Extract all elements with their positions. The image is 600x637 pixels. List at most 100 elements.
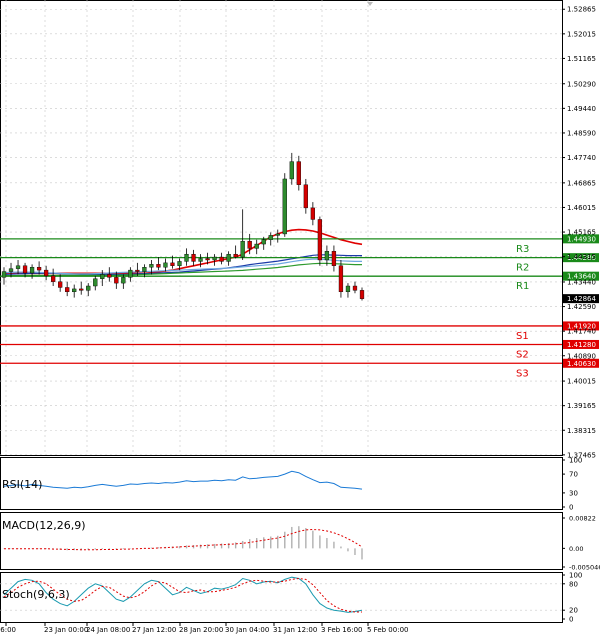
- candle-body: [100, 274, 105, 279]
- time-tick-label: 23 Jan 00:00: [44, 626, 88, 634]
- macd-label: MACD(12,26,9): [2, 519, 86, 532]
- level-price-label: 1.40630: [567, 360, 596, 368]
- rsi-axis: 100 70 30 0: [562, 457, 582, 512]
- candle-body: [121, 277, 126, 284]
- candle-body: [275, 233, 280, 236]
- price-tick-label: 1.47740: [567, 154, 596, 162]
- stochastic-tick-label: 100: [569, 572, 582, 580]
- candle-body: [149, 264, 154, 268]
- stochastic-tick-label: 0: [569, 616, 573, 624]
- candle-body: [268, 235, 273, 240]
- candle-body: [93, 278, 98, 287]
- price-tick-label: 1.46865: [567, 179, 596, 187]
- macd-axis: 0.00822 0.00 -0.005046: [562, 515, 600, 572]
- candle-body: [15, 265, 21, 269]
- candle-body: [198, 258, 203, 262]
- candle-body: [289, 161, 294, 180]
- candle-body: [58, 281, 63, 288]
- candle-body: [135, 269, 140, 272]
- candle-body: [177, 261, 182, 266]
- candle-body: [29, 267, 35, 274]
- candle-body: [247, 240, 252, 249]
- stochastic-axis: 10080 200: [562, 572, 582, 624]
- candle-body: [331, 251, 337, 266]
- price-tick-label: 1.50290: [567, 80, 596, 88]
- rsi-panel-frame: [0, 457, 563, 510]
- candle-body: [254, 243, 259, 249]
- price-tick-label: 1.48590: [567, 129, 596, 137]
- candle-body: [86, 285, 91, 291]
- candle-body: [163, 262, 168, 268]
- price-tick-label: 1.46015: [567, 204, 596, 212]
- macd-panel: 0.00822 0.00 -0.005046 MACD(12,26,9): [0, 512, 600, 572]
- candle-body: [156, 264, 161, 268]
- price-tick-label: 1.38315: [567, 427, 596, 435]
- candle-body: [107, 274, 112, 278]
- stochastic-panel: 10080 200 Stoch(9,6,3): [0, 572, 582, 624]
- level-label-r2: R2: [516, 263, 529, 274]
- price-tick-label: 1.44315: [567, 253, 596, 261]
- candle-body: [261, 239, 266, 245]
- time-tick-label: 24 Jan 08:00: [86, 626, 130, 634]
- candle-body: [191, 253, 196, 262]
- price-tick-label: 1.40890: [567, 352, 596, 360]
- candle-body: [22, 265, 28, 274]
- candle: [317, 216, 323, 266]
- stochastic-panel-frame: [0, 572, 563, 623]
- rsi-tick-label: 30: [569, 489, 578, 497]
- time-tick-label: 28 Jan 20:00: [179, 626, 223, 634]
- macd-tick-label: 0.00822: [569, 515, 596, 523]
- macd-tick-label: -0.005046: [569, 564, 600, 572]
- candle: [338, 259, 344, 298]
- candle-body: [303, 184, 308, 209]
- stochastic-tick-label: 20: [569, 607, 578, 615]
- level-price-label: 1.41280: [567, 341, 596, 349]
- current-price-label: 1.42864: [567, 295, 596, 303]
- candle-body: [212, 256, 217, 261]
- candle-body: [226, 253, 231, 262]
- price-tick-label: 1.51165: [567, 55, 596, 63]
- candle-body: [317, 219, 323, 261]
- level-label-s3: S3: [516, 368, 529, 379]
- candle-body: [79, 288, 84, 291]
- candle-body: [338, 265, 344, 293]
- main-panel-frame: [0, 0, 563, 456]
- rsi-panel: 100 70 30 0 RSI(14): [0, 457, 582, 512]
- level-label-r3: R3: [516, 244, 529, 255]
- candle-body: [233, 253, 238, 258]
- level-label-r1: R1: [516, 281, 529, 292]
- main-price-panel: R31.44930R21.44280R11.43640S11.41920S21.…: [0, 0, 599, 459]
- time-tick-label: 1 Jan 16:00: [0, 626, 16, 634]
- candle-body: [345, 285, 351, 293]
- candle-body: [359, 290, 365, 299]
- candle-body: [310, 207, 315, 220]
- candle-body: [128, 269, 133, 278]
- candle-body: [114, 277, 119, 284]
- price-tick-label: 1.49440: [567, 105, 596, 113]
- time-tick-label: 5 Feb 00:00: [367, 626, 408, 634]
- time-axis: 1 Jan 16:00 23 Jan 00:0024 Jan 08:0027 Ja…: [0, 622, 408, 634]
- price-tick-label: 1.40015: [567, 378, 596, 386]
- rsi-tick-label: 70: [569, 471, 578, 479]
- rsi-tick-label: 100: [569, 457, 582, 465]
- stochastic-tick-label: 80: [569, 580, 578, 588]
- price-tick-label: 1.45165: [567, 229, 596, 237]
- candle-body: [282, 178, 287, 235]
- candle-body: [205, 258, 210, 261]
- candle-body: [51, 275, 56, 282]
- stochastic-label: Stoch(9,6,3): [2, 588, 70, 601]
- candle-body: [36, 267, 42, 271]
- candle-body: [219, 256, 224, 262]
- candle-body: [170, 262, 175, 266]
- time-tick-label: 31 Jan 12:00: [273, 626, 317, 634]
- price-tick-label: 1.42590: [567, 303, 596, 311]
- chart: R31.44930R21.44280R11.43640S11.41920S21.…: [0, 0, 600, 634]
- time-tick-label: 30 Jan 04:00: [225, 626, 269, 634]
- candle-body: [324, 251, 330, 261]
- price-tick-label: 1.39165: [567, 402, 596, 410]
- price-tick-label: 1.52865: [567, 6, 596, 14]
- candle-body: [184, 253, 189, 262]
- candle-body: [43, 269, 49, 277]
- rsi-label: RSI(14): [2, 478, 42, 491]
- candle-body: [142, 267, 147, 272]
